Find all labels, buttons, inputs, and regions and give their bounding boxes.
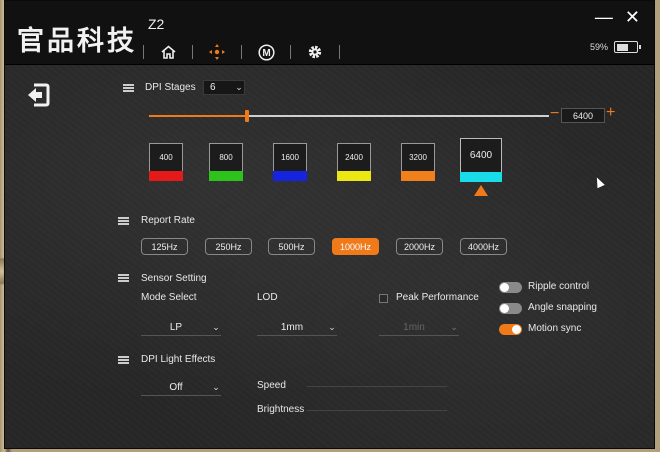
window-controls: — ✕ — [595, 7, 640, 27]
close-button[interactable]: ✕ — [625, 7, 640, 27]
report-rate-option[interactable]: 250Hz — [205, 238, 252, 255]
dpi-stage-4[interactable]: 2400 — [337, 143, 371, 181]
dpi-value-box[interactable]: 6400 — [561, 108, 605, 123]
dpi-stage-color-swatch — [149, 171, 183, 181]
macro-m-letter: M — [262, 48, 270, 59]
lod-label: LOD — [257, 292, 278, 303]
nav-settings[interactable] — [291, 41, 339, 63]
report-rate-option[interactable]: 125Hz — [141, 238, 188, 255]
brightness-label: Brightness — [257, 404, 305, 415]
dpi-stages-title: DPI Stages — [145, 82, 196, 93]
light-effect-value: Off — [169, 381, 183, 393]
report-rate-option[interactable]: 1000Hz — [332, 238, 379, 255]
dpi-stage-color-swatch — [209, 171, 243, 181]
battery-percent: 59% — [589, 42, 608, 52]
exit-arrow-icon — [28, 83, 50, 107]
dpi-slider-thumb[interactable] — [245, 110, 249, 122]
app-window: 官品科技 Z2 M — ✕ 59% DPI Stages 6 ⌄ − 6400 … — [4, 0, 655, 449]
toggle-knob — [500, 283, 509, 292]
report-rate-title: Report Rate — [141, 215, 195, 226]
sensor-toggle-label: Ripple control — [528, 281, 590, 292]
light-section-icon — [118, 356, 129, 364]
brightness-slider[interactable] — [307, 410, 447, 411]
dpi-crosshair-icon — [209, 44, 225, 60]
main-nav: M — [143, 41, 340, 63]
sensor-toggle-switch[interactable] — [499, 282, 522, 293]
chevron-down-icon: ⌄ — [450, 321, 458, 332]
dpi-decrease-button[interactable]: − — [550, 105, 559, 123]
titlebar: 官品科技 Z2 M — ✕ 59% — [5, 1, 654, 65]
dpi-stage-count-select[interactable]: 6 ⌄ — [203, 80, 245, 95]
sensor-section-icon — [118, 274, 129, 282]
dpi-stage-2[interactable]: 800 — [209, 143, 243, 181]
dpi-stage-value: 2400 — [345, 153, 363, 162]
lod-select-value: 1mm — [280, 321, 304, 333]
sensor-toggle-label: Motion sync — [528, 323, 582, 334]
home-icon — [160, 45, 176, 59]
report-rate-option[interactable]: 2000Hz — [396, 238, 443, 255]
mode-select-value: LP — [169, 321, 183, 333]
dpi-stage-value: 3200 — [409, 153, 427, 162]
light-effect-select[interactable]: Off ⌄ — [141, 379, 221, 396]
dpi-increase-button[interactable]: + — [606, 104, 615, 122]
dpi-stage-color-swatch — [460, 172, 502, 182]
settings-gear-icon — [308, 45, 322, 59]
dpi-stage-6[interactable]: 6400 — [460, 138, 502, 182]
dpi-stage-color-swatch — [337, 171, 371, 181]
chevron-down-icon: ⌄ — [212, 381, 220, 392]
dpi-slider[interactable] — [149, 110, 549, 122]
report-rate-option[interactable]: 500Hz — [268, 238, 315, 255]
sensor-toggle-switch[interactable] — [499, 303, 522, 314]
dpi-stage-color-swatch — [401, 171, 435, 181]
chevron-down-icon: ⌄ — [212, 321, 220, 332]
dpi-stage-5[interactable]: 3200 — [401, 143, 435, 181]
speed-label: Speed — [257, 380, 286, 391]
peak-performance-select[interactable]: 1min ⌄ — [379, 319, 459, 336]
nav-home[interactable] — [144, 41, 192, 63]
mouse-cursor-icon — [593, 175, 605, 189]
nav-dpi[interactable] — [193, 41, 241, 63]
sensor-toggle-label: Angle snapping — [528, 302, 597, 313]
dpi-section-icon — [123, 84, 134, 92]
battery-icon — [614, 41, 641, 53]
report-rate-section-icon — [118, 217, 129, 225]
toggle-knob — [512, 325, 521, 334]
dpi-stage-value: 1600 — [281, 153, 299, 162]
dpi-stage-value: 6400 — [469, 150, 493, 161]
active-stage-pointer-icon — [474, 185, 488, 196]
minimize-button[interactable]: — — [595, 7, 613, 27]
dpi-stage-count-value: 6 — [210, 82, 216, 93]
chevron-down-icon: ⌄ — [328, 321, 336, 332]
peak-performance-value: 1min — [403, 321, 425, 333]
dpi-stage-color-swatch — [273, 171, 307, 181]
back-button[interactable] — [26, 83, 52, 107]
dpi-stage-3[interactable]: 1600 — [273, 143, 307, 181]
dpi-stage-value: 400 — [159, 153, 173, 162]
mode-select-label: Mode Select — [141, 292, 197, 303]
lod-select[interactable]: 1mm ⌄ — [257, 319, 337, 336]
peak-performance-label: Peak Performance — [396, 292, 479, 303]
sensor-setting-title: Sensor Setting — [141, 273, 207, 284]
model-name: Z2 — [148, 16, 165, 32]
battery-indicator: 59% — [589, 41, 641, 53]
report-rate-option[interactable]: 4000Hz — [460, 238, 507, 255]
dpi-stage-value: 800 — [219, 153, 233, 162]
dpi-slider-fill — [149, 115, 247, 117]
dpi-stage-1[interactable]: 400 — [149, 143, 183, 181]
brand-logo: 官品科技 — [17, 26, 137, 57]
speed-slider[interactable] — [307, 386, 447, 387]
dpi-light-effects-title: DPI Light Effects — [141, 354, 216, 365]
nav-divider — [339, 45, 340, 59]
mode-select[interactable]: LP ⌄ — [141, 319, 221, 336]
toggle-knob — [500, 304, 509, 313]
peak-performance-checkbox[interactable] — [379, 294, 388, 303]
sensor-toggle-switch[interactable] — [499, 324, 522, 335]
chevron-down-icon: ⌄ — [235, 82, 243, 92]
battery-level-fill — [616, 43, 628, 51]
macro-m-icon: M — [257, 43, 275, 61]
nav-macro[interactable]: M — [242, 41, 290, 63]
